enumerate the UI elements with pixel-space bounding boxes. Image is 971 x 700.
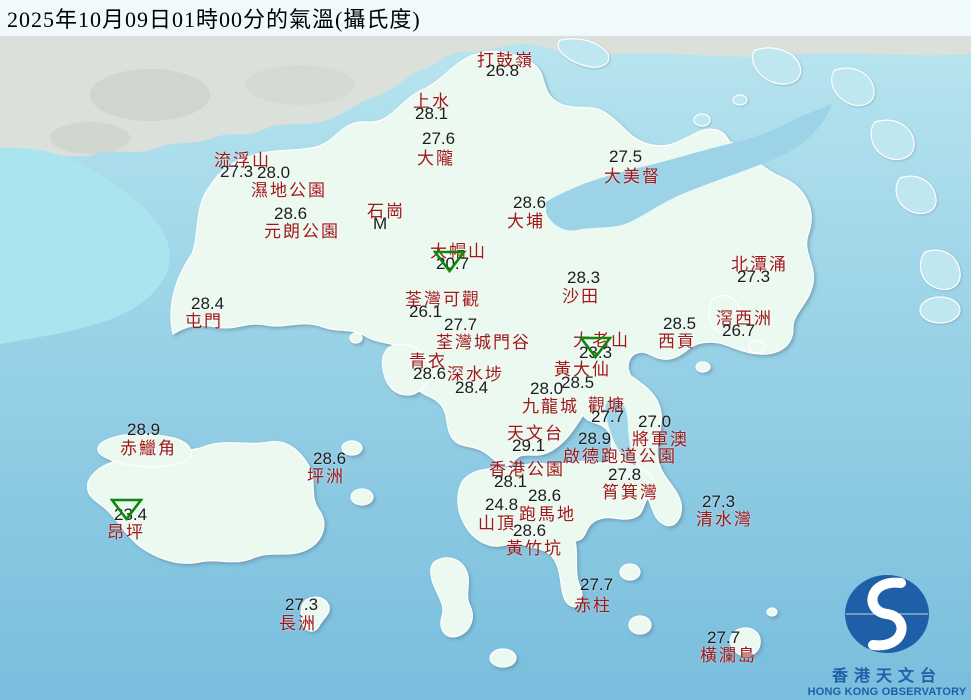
station-temperature: 28.3 [567,268,600,288]
station-temperature: 27.7 [444,315,477,335]
station-temperature: 29.1 [512,436,545,456]
station-temperature: 27.7 [707,628,740,648]
station-temperature: 28.6 [513,193,546,213]
station-temperature: 24.8 [485,495,518,515]
station-temperature: 28.6 [313,449,346,469]
station-temperature: 28.9 [127,420,160,440]
hko-logo: 香港天文台 HONG KONG OBSERVATORY [807,573,967,698]
station-temperature: 27.3 [702,492,735,512]
station-temperature: 26.8 [486,61,519,81]
station-temperature: 28.0 [530,379,563,399]
low-temp-triangle-marker [579,336,613,360]
station-temperature: 28.6 [513,521,546,541]
low-temp-triangle-marker [433,250,467,274]
station-temperature: 27.5 [609,147,642,167]
station-temperature: 26.1 [409,302,442,322]
hko-temperature-map-screen: 打鼓嶺26.8上水28.1大隴27.6流浮山27.3濕地公園28.0元朗公園28… [0,0,971,700]
station-temperature: 28.5 [663,314,696,334]
map-title: 2025年10月09日01時00分的氣溫(攝氏度) [0,2,421,34]
station-temperature: 27.6 [422,129,455,149]
station-temperature: 28.6 [274,204,307,224]
station-temperature: 28.1 [415,104,448,124]
map-title-bar: 2025年10月09日01時00分的氣溫(攝氏度) [0,0,971,36]
low-temp-triangle-marker [110,498,144,522]
station-temperature: 28.4 [191,294,224,314]
station-temperature: 26.7 [722,321,755,341]
station-temperature: 27.3 [737,267,770,287]
station-temperature: 28.6 [413,364,446,384]
station-temperature: 27.3 [220,162,253,182]
hko-logo-english-name: HONG KONG OBSERVATORY [807,686,967,698]
station-temperature: 28.4 [455,378,488,398]
station-temperature: 28.0 [257,163,290,183]
station-temperature: M [373,214,387,234]
station-temperature: 28.9 [578,429,611,449]
station-temperature: 27.0 [638,412,671,432]
station-temperature: 27.7 [580,575,613,595]
station-temperature: 28.6 [528,486,561,506]
station-temperature: 27.3 [285,595,318,615]
station-temperature: 28.5 [561,373,594,393]
station-temperature: 27.8 [608,465,641,485]
station-temperature: 28.1 [494,472,527,492]
hko-logo-icon [842,573,932,657]
hko-logo-chinese-name: 香港天文台 [807,662,967,686]
station-temperature: 27.7 [591,407,624,427]
